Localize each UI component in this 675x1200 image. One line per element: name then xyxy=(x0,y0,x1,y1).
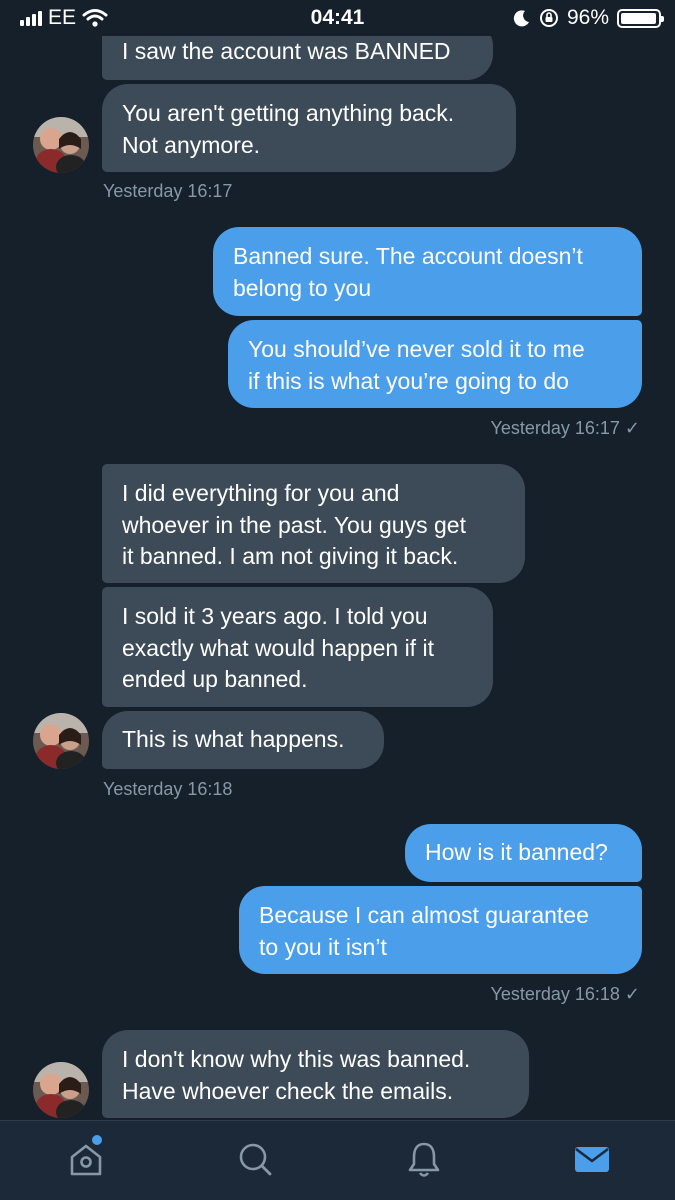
contact-avatar[interactable] xyxy=(33,117,89,173)
message-timestamp: Yesterday 16:18 xyxy=(103,779,233,799)
tab-search[interactable] xyxy=(233,1137,277,1181)
tab-messages[interactable] xyxy=(570,1137,614,1181)
message-bubble-incoming[interactable]: I don't know why this was banned. Have w… xyxy=(102,1030,529,1118)
home-icon xyxy=(70,1144,102,1176)
message-timestamp-read-receipt: Yesterday 16:18 ✓ xyxy=(490,984,640,1004)
bottom-tab-bar xyxy=(0,1120,675,1200)
contact-avatar[interactable] xyxy=(33,713,89,769)
message-timestamp-read-receipt: Yesterday 16:17 ✓ xyxy=(490,418,640,438)
message-bubble-outgoing[interactable]: How is it banned? xyxy=(405,824,642,882)
orientation-lock-icon xyxy=(539,9,558,27)
battery-percent: 96% xyxy=(566,6,609,29)
avatar-photo xyxy=(33,117,89,173)
tab-notifications[interactable] xyxy=(402,1137,446,1181)
message-bubble-outgoing[interactable]: Because I can almost guarantee to you it… xyxy=(239,886,642,974)
message-timestamp: Yesterday 16:17 xyxy=(103,181,233,201)
message-bubble-outgoing[interactable]: You should’ve never sold it to me if thi… xyxy=(228,320,642,408)
notifications-bell-icon xyxy=(408,1142,440,1177)
message-bubble-incoming[interactable]: I sold it 3 years ago. I told you exactl… xyxy=(102,587,493,707)
message-bubble-incoming[interactable]: I did everything for you and whoever in … xyxy=(102,464,525,583)
search-icon xyxy=(239,1143,272,1176)
home-notification-dot xyxy=(92,1135,102,1145)
avatar-photo xyxy=(33,713,89,769)
conversation-thread[interactable]: I saw the account was BANNED You aren't … xyxy=(0,0,675,1120)
battery-icon xyxy=(617,8,664,28)
contact-avatar[interactable] xyxy=(33,1062,89,1118)
message-bubble-incoming[interactable]: This is what happens. xyxy=(102,711,384,769)
do-not-disturb-moon-icon xyxy=(513,10,529,27)
avatar-photo xyxy=(33,1062,89,1118)
status-bar: EE 04:41 96% xyxy=(0,0,675,36)
tab-home[interactable] xyxy=(64,1137,108,1181)
messages-envelope-icon xyxy=(575,1147,609,1172)
message-bubble-incoming[interactable]: You aren't getting anything back. Not an… xyxy=(102,84,516,172)
message-bubble-outgoing[interactable]: Banned sure. The account doesn’t belong … xyxy=(213,227,642,316)
